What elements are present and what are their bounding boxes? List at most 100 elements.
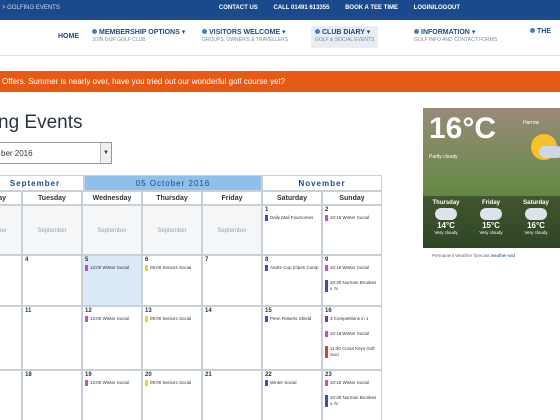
calendar-day-cell[interactable]: 1 Daily Mail Foursomes: [262, 205, 322, 255]
weather-widget[interactable]: 16°C Harrow Partly cloudy Thursday 14°C …: [423, 108, 560, 248]
event-color-bar: [325, 316, 328, 322]
call-link[interactable]: CALL 01491 613355: [273, 5, 329, 11]
nav-visitors[interactable]: VISITORS WELCOME ▾ GROUPS, OWNER'S & TRA…: [202, 28, 288, 50]
weekday-header: Wednesday: [82, 191, 142, 205]
nav-club-diary-title: CLUB DIARY: [322, 29, 365, 36]
calendar-event[interactable]: 09:00 Seniors Social: [145, 265, 199, 271]
weekday-header: Friday: [202, 191, 262, 205]
forecast-day-name: Saturday: [523, 200, 549, 206]
calendar-event[interactable]: Andre Cup (Open Comp: [265, 265, 319, 271]
event-color-bar: [265, 380, 268, 386]
nav-home[interactable]: HOME: [58, 33, 79, 40]
event-color-bar: [85, 265, 88, 271]
chevron-down-icon: ▾: [471, 29, 476, 36]
forecast-condition: Very cloudy: [524, 230, 548, 235]
nav-club-diary[interactable]: CLUB DIARY ▾ GOLF & SOCIAL EVENTS: [311, 26, 379, 48]
calendar-event[interactable]: 09:00 Seniors Social: [145, 316, 199, 322]
calendar-event[interactable]: Penn Roberts Shield: [265, 316, 319, 322]
cloud-icon: [480, 208, 502, 220]
calendar-day-cell[interactable]: 22 Winter Social: [262, 370, 322, 420]
calendar-day-cell[interactable]: 23 10:15 Winter Social 10:30 Norman Brooke…: [322, 370, 382, 420]
calendar-event[interactable]: 10:15 Winter Social: [325, 380, 379, 386]
calendar-event[interactable]: Daily Mail Foursomes: [265, 215, 319, 221]
next-month-link[interactable]: November: [262, 175, 382, 191]
month-select-value: ber 2016: [1, 149, 33, 158]
calendar-day-cell[interactable]: 19 13:00 Winter Social: [82, 370, 142, 420]
day-number: 8: [265, 257, 269, 263]
nav-information-sub: GOLF INFO AND CONTACT FORMS: [414, 37, 498, 43]
event-title: 13:00 Winter Social: [90, 380, 130, 385]
calendar-event[interactable]: 09:00 Seniors Social: [145, 380, 199, 386]
event-title: Andre Cup (Open Comp: [270, 265, 319, 270]
calendar-event[interactable]: 13:00 Winter Social: [85, 316, 139, 322]
prev-month-link[interactable]: September: [0, 175, 84, 191]
calendar-day-cell[interactable]: 9 10:15 Winter Social 10:30 Norman Brookes…: [322, 255, 382, 306]
event-title: 09:00 Seniors Social: [150, 265, 192, 270]
other-month-label: September: [97, 228, 127, 234]
calendar-event[interactable]: 13:00 Winter Social: [85, 265, 139, 271]
calendar-day-cell[interactable]: 7: [202, 255, 262, 306]
day-number: 5: [85, 257, 89, 263]
event-title: 13:00 Winter Social: [90, 265, 130, 270]
event-color-bar: [325, 380, 328, 386]
nav-membership[interactable]: MEMBERSHIP OPTIONS ▾ JOIN OUR GOLF CLUB: [92, 28, 185, 50]
day-number: 21: [205, 372, 212, 378]
chevron-down-icon: ▾: [282, 29, 286, 36]
calendar-day-cell[interactable]: 12 13:00 Winter Social: [82, 306, 142, 370]
calendar-day-cell[interactable]: mber: [0, 205, 22, 255]
calendar-day-cell[interactable]: 20 09:00 Seniors Social: [142, 370, 202, 420]
calendar-event[interactable]: 10:30 Norman Brookes v. N: [325, 280, 379, 292]
calendar-day-cell[interactable]: 3: [0, 255, 22, 306]
nav-the[interactable]: THE: [530, 28, 551, 50]
calendar-day-cell[interactable]: 14: [202, 306, 262, 370]
calendar-event[interactable]: 11:30 Cross Keys Golf Soci: [325, 346, 379, 358]
calendar-event[interactable]: 13:00 Winter Social: [85, 380, 139, 386]
forecast-temp: 16°C: [527, 221, 545, 230]
calendar-day-cell[interactable]: 15 Penn Roberts Shield: [262, 306, 322, 370]
calendar-event[interactable]: 10:15 Winter Social: [325, 215, 379, 221]
other-month-label: mber: [0, 228, 7, 234]
calendar-event[interactable]: Winter Social: [265, 380, 319, 386]
event-title: 10:15 Winter Social: [330, 265, 370, 270]
calendar-day-cell[interactable]: September: [142, 205, 202, 255]
calendar-day-cell[interactable]: 4: [22, 255, 82, 306]
calendar-event[interactable]: 3 Competitions in 1: [325, 316, 379, 322]
calendar-day-cell[interactable]: 11: [22, 306, 82, 370]
event-color-bar: [325, 215, 328, 221]
book-tee-time-link[interactable]: BOOK A TEE TIME: [345, 5, 398, 11]
calendar-day-cell[interactable]: 16 3 Competitions in 1 10:15 Winter Social…: [322, 306, 382, 370]
event-color-bar: [145, 316, 148, 322]
calendar-day-cell[interactable]: 6 09:00 Seniors Social: [142, 255, 202, 306]
calendar-event[interactable]: 10:15 Winter Social: [325, 331, 379, 337]
calendar-day-cell[interactable]: September: [22, 205, 82, 255]
calendar-day-cell[interactable]: 5 13:00 Winter Social: [82, 255, 142, 306]
calendar-day-cell[interactable]: 21: [202, 370, 262, 420]
calendar-day-cell[interactable]: September: [202, 205, 262, 255]
chevron-down-icon: ▾: [366, 29, 371, 36]
forecast-day: Saturday 16°C Very cloudy: [515, 200, 557, 235]
calendar-day-cell[interactable]: 13 09:00 Seniors Social: [142, 306, 202, 370]
day-number: 14: [205, 308, 212, 314]
event-title: 09:00 Seniors Social: [150, 316, 192, 321]
contact-us-link[interactable]: CONTACT US: [219, 5, 258, 11]
login-logout-link[interactable]: LOGIN/LOGOUT: [414, 5, 460, 11]
day-number: 2: [325, 207, 329, 213]
calendar-day-cell[interactable]: 10: [0, 306, 22, 370]
calendar-day-cell[interactable]: 17: [0, 370, 22, 420]
month-select[interactable]: ber 2016 ▼: [0, 142, 112, 164]
day-number: 20: [145, 372, 152, 378]
forecast-day: Friday 15°C Very cloudy: [470, 200, 512, 235]
calendar-day-cell[interactable]: 18: [22, 370, 82, 420]
day-number: 9: [325, 257, 329, 263]
calendar-day-cell[interactable]: 8 Andre Cup (Open Comp: [262, 255, 322, 306]
calendar-day-cell[interactable]: September: [82, 205, 142, 255]
chevron-down-icon[interactable]: ▼: [100, 143, 111, 163]
calendar-day-cell[interactable]: 2 10:15 Winter Social: [322, 205, 382, 255]
nav-information[interactable]: INFORMATION ▾ GOLF INFO AND CONTACT FORM…: [414, 28, 497, 50]
offers-banner[interactable]: Offers. Summer is nearly over, have you …: [0, 71, 560, 92]
event-title: 09:00 Seniors Social: [150, 380, 192, 385]
calendar-event[interactable]: 10:30 Norman Brookes v. N: [325, 395, 379, 407]
event-title: Penn Roberts Shield: [270, 316, 312, 321]
calendar-event[interactable]: 10:15 Winter Social: [325, 265, 379, 271]
weather-caption-link[interactable]: weather-wid: [491, 253, 515, 258]
